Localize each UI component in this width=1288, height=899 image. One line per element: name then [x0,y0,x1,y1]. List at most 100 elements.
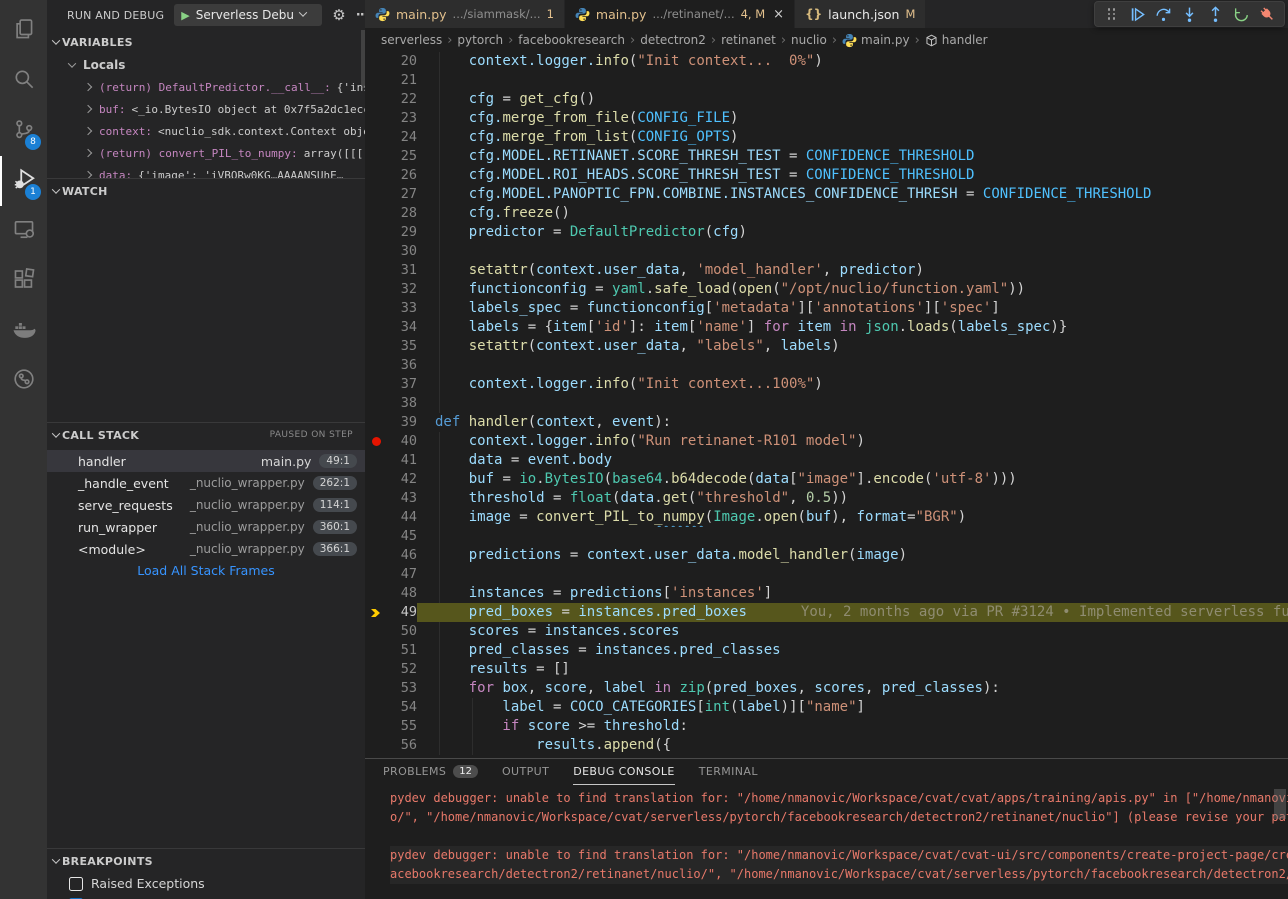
step-out-button[interactable] [1204,3,1227,25]
breakpoint-gutter[interactable] [365,90,387,109]
panel-tab-terminal[interactable]: TERMINAL [699,759,758,785]
debug-console-output[interactable]: pydev debugger: unable to find translati… [365,785,1288,899]
breakpoint-gutter[interactable] [365,356,387,375]
code-text[interactable]: image = convert_PIL_to_numpy(Image.open(… [417,508,1288,527]
breakpoint-gutter[interactable] [365,318,387,337]
code-line[interactable]: 44 image = convert_PIL_to_numpy(Image.op… [365,508,1288,527]
code-text[interactable]: cfg.MODEL.ROI_HEADS.SCORE_THRESH_TEST = … [417,166,1288,185]
code-text[interactable]: cfg.merge_from_file(CONFIG_FILE) [417,109,1288,128]
breakpoint-gutter[interactable] [365,698,387,717]
code-editor[interactable]: 20 context.logger.info("Init context... … [365,52,1288,758]
code-text[interactable]: cfg.MODEL.PANOPTIC_FPN.COMBINE.INSTANCES… [417,185,1288,204]
code-line[interactable]: 28 cfg.freeze() [365,204,1288,223]
code-text[interactable]: setattr(context.user_data, 'model_handle… [417,261,1288,280]
code-line[interactable]: 41 data = event.body [365,451,1288,470]
breadcrumb-item[interactable]: serverless [381,33,442,47]
breakpoint-gutter[interactable] [365,622,387,641]
breakpoint-gutter[interactable] [365,52,387,71]
debug-settings-gear-icon[interactable]: ⚙ [332,8,345,23]
breakpoint-gutter[interactable] [365,299,387,318]
breakpoint-gutter[interactable] [365,147,387,166]
activity-item-git-graph[interactable] [0,356,47,406]
close-icon[interactable]: × [773,7,784,22]
code-text[interactable]: cfg.freeze() [417,204,1288,223]
breakpoint-gutter[interactable] [365,128,387,147]
breakpoint-row[interactable]: Uncaught Exceptions [47,894,365,899]
code-text[interactable] [417,527,1288,546]
variables-scope-locals[interactable]: Locals [47,54,365,76]
code-line[interactable]: 53 for box, score, label in zip(pred_box… [365,679,1288,698]
variables-section-header[interactable]: VARIABLES [47,30,365,54]
code-line[interactable]: 33 labels_spec = functionconfig['metadat… [365,299,1288,318]
breadcrumb-item[interactable]: handler [925,33,988,47]
activity-item-search[interactable] [0,56,47,106]
breakpoint-gutter[interactable] [365,413,387,432]
stack-frame-row[interactable]: <module>_nuclio_wrapper.py366:1 [47,538,365,560]
breakpoint-gutter[interactable] [365,736,387,755]
code-text[interactable]: results.append({ [417,736,1288,755]
code-text[interactable]: functionconfig = yaml.safe_load(open("/o… [417,280,1288,299]
activity-item-source-control[interactable]: 8 [0,106,47,156]
code-line[interactable]: 30 [365,242,1288,261]
breakpoint-gutter[interactable] [365,603,387,622]
breadcrumb-item[interactable]: detectron2 [640,33,706,47]
code-line[interactable]: 31 setattr(context.user_data, 'model_han… [365,261,1288,280]
breakpoint-gutter[interactable] [365,508,387,527]
breadcrumb-item[interactable]: nuclio [791,33,827,47]
breakpoint-gutter[interactable] [365,242,387,261]
stack-frame-row[interactable]: handlermain.py49:1 [47,450,365,472]
editor-tab[interactable]: main.py.../retinanet/...4, M× [565,0,795,28]
editor-tab[interactable]: main.py.../siammask/...1 [365,0,565,28]
code-line[interactable]: 26 cfg.MODEL.ROI_HEADS.SCORE_THRESH_TEST… [365,166,1288,185]
code-line[interactable]: 35 setattr(context.user_data, "labels", … [365,337,1288,356]
code-text[interactable]: setattr(context.user_data, "labels", lab… [417,337,1288,356]
code-line[interactable]: 37 context.logger.info("Init context...1… [365,375,1288,394]
code-line[interactable]: 39def handler(context, event): [365,413,1288,432]
code-text[interactable]: label = COCO_CATEGORIES[int(label)]["nam… [417,698,1288,717]
code-text[interactable]: labels_spec = functionconfig['metadata']… [417,299,1288,318]
breakpoints-section-header[interactable]: BREAKPOINTS [47,849,365,873]
code-line[interactable]: 24 cfg.merge_from_list(CONFIG_OPTS) [365,128,1288,147]
code-text[interactable]: buf = io.BytesIO(base64.b64decode(data["… [417,470,1288,489]
editor-tab[interactable]: {}launch.jsonM [795,0,926,28]
stack-frame-row[interactable]: serve_requests_nuclio_wrapper.py114:1 [47,494,365,516]
code-text[interactable]: instances = predictions['instances'] [417,584,1288,603]
activity-item-explorer[interactable] [0,6,47,56]
panel-tab-debug-console[interactable]: DEBUG CONSOLE [573,759,675,785]
breakpoint-gutter[interactable] [365,470,387,489]
disconnect-button[interactable] [1256,3,1279,25]
breakpoint-gutter[interactable] [365,109,387,128]
breakpoint-gutter[interactable] [365,527,387,546]
code-line[interactable]: 45 [365,527,1288,546]
code-text[interactable] [417,394,1288,413]
breakpoint-gutter[interactable] [365,337,387,356]
code-line[interactable]: 56 results.append({ [365,736,1288,755]
code-line[interactable]: 46 predictions = context.user_data.model… [365,546,1288,565]
code-text[interactable]: context.logger.info("Run retinanet-R101 … [417,432,1288,451]
activity-item-docker[interactable] [0,306,47,356]
code-text[interactable]: def handler(context, event): [417,413,1288,432]
breakpoint-gutter[interactable] [365,375,387,394]
drag-handle[interactable] [1100,3,1123,25]
code-text[interactable] [417,356,1288,375]
call-stack-section-header[interactable]: CALL STACK PAUSED ON STEP [47,423,365,447]
code-text[interactable]: pred_classes = instances.pred_classes [417,641,1288,660]
breakpoint-gutter[interactable] [365,280,387,299]
breakpoint-gutter[interactable] [365,185,387,204]
code-text[interactable]: threshold = float(data.get("threshold", … [417,489,1288,508]
stack-frame-row[interactable]: _handle_event_nuclio_wrapper.py262:1 [47,472,365,494]
breakpoint-gutter[interactable] [365,660,387,679]
code-line[interactable]: 49 pred_boxes = instances.pred_boxesYou,… [365,603,1288,622]
breadcrumb-item[interactable]: pytorch [457,33,503,47]
code-text[interactable] [417,565,1288,584]
code-text[interactable] [417,71,1288,90]
launch-config-dropdown[interactable]: ▶ Serverless Debu [174,4,322,26]
breakpoint-gutter[interactable] [365,166,387,185]
code-line[interactable]: 52 results = [] [365,660,1288,679]
breakpoint-gutter[interactable] [365,432,387,451]
code-text[interactable]: cfg.MODEL.RETINANET.SCORE_THRESH_TEST = … [417,147,1288,166]
breakpoint-row[interactable]: Raised Exceptions [47,873,365,894]
breakpoint-gutter[interactable] [365,546,387,565]
code-text[interactable]: cfg.merge_from_list(CONFIG_OPTS) [417,128,1288,147]
stack-frame-row[interactable]: run_wrapper_nuclio_wrapper.py360:1 [47,516,365,538]
